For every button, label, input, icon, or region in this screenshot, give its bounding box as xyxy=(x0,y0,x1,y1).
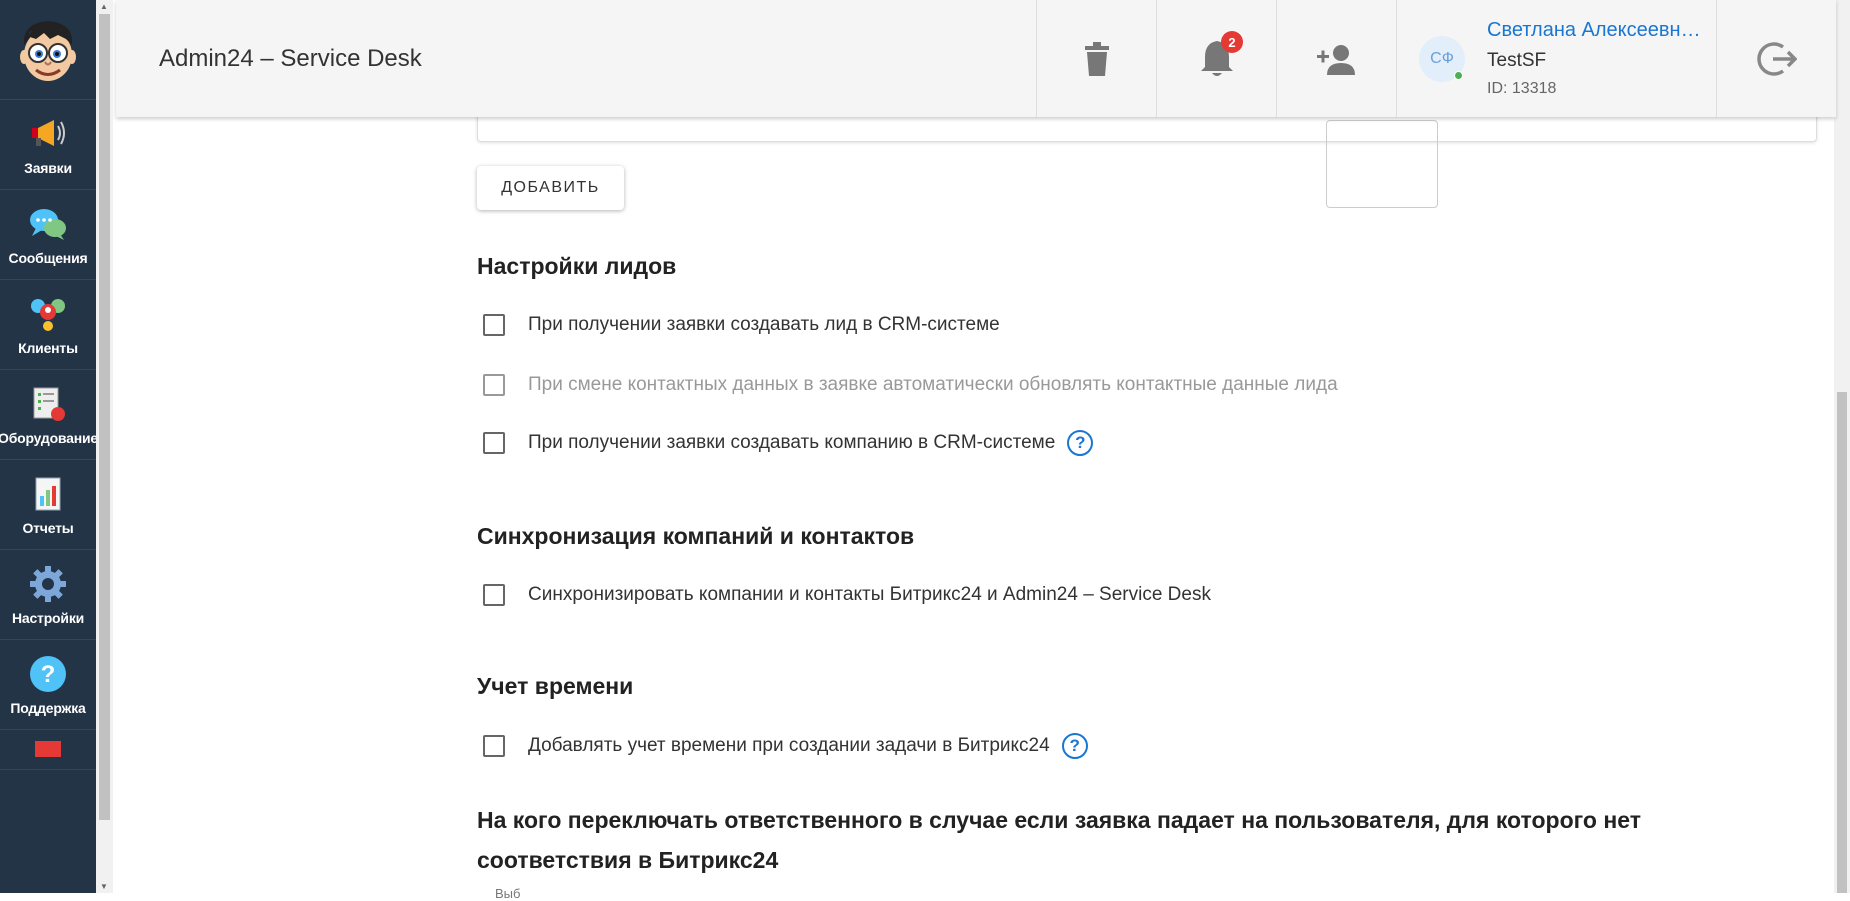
notifications-button[interactable]: 2 xyxy=(1156,0,1276,117)
option-update-lead-contacts: При смене контактных данных в заявке авт… xyxy=(483,374,1338,396)
sidebar: Заявки Сообщения Клиенты Оборудование От… xyxy=(0,0,96,893)
partial-icon xyxy=(28,730,68,763)
option-create-lead[interactable]: При получении заявки создавать лид в CRM… xyxy=(483,314,1000,336)
gear-icon xyxy=(28,564,68,604)
user-info: Светлана Алексеевна Ф TestSF ID: 13318 xyxy=(1487,19,1707,98)
option-label: При получении заявки создавать компанию … xyxy=(528,432,1056,453)
sync-title: Синхронизация компаний и контактов xyxy=(477,523,915,549)
equipment-icon xyxy=(28,384,68,424)
chat-bubbles-icon xyxy=(28,204,68,244)
scroll-up-arrow-icon[interactable]: ▲ xyxy=(100,2,108,11)
avatar[interactable]: СФ xyxy=(1419,35,1465,82)
sidebar-item-requests[interactable]: Заявки xyxy=(0,100,96,190)
sidebar-item-settings[interactable]: Настройки xyxy=(0,550,96,640)
page-title: Admin24 – Service Desk xyxy=(159,44,422,72)
trash-button[interactable] xyxy=(1036,0,1156,117)
leads-settings-title: Настройки лидов xyxy=(477,253,677,279)
previous-card-field[interactable] xyxy=(1326,120,1438,208)
clients-icon xyxy=(28,294,68,334)
help-icon[interactable]: ? xyxy=(1061,733,1088,759)
checkbox[interactable] xyxy=(483,314,505,336)
sidebar-item-label: Заявки xyxy=(24,159,72,176)
svg-text:?: ? xyxy=(41,661,56,688)
scrollbar-thumb[interactable] xyxy=(99,14,110,820)
notification-count-badge: 2 xyxy=(1221,31,1243,53)
sidebar-item-label: Отчеты xyxy=(22,519,74,536)
scroll-down-arrow-icon[interactable]: ▼ xyxy=(100,882,108,891)
sidebar-item-messages[interactable]: Сообщения xyxy=(0,190,96,280)
sidebar-item-support[interactable]: ? Поддержка xyxy=(0,640,96,730)
responsible-title: На кого переключать ответственного в слу… xyxy=(477,807,1641,873)
add-user-icon xyxy=(1316,44,1355,75)
logo[interactable] xyxy=(0,0,96,100)
megaphone-icon xyxy=(28,114,68,154)
checkbox xyxy=(483,374,505,396)
checkbox[interactable] xyxy=(483,584,505,606)
user-id: ID: 13318 xyxy=(1487,80,1557,97)
reports-icon xyxy=(28,474,68,514)
sidebar-item-more[interactable] xyxy=(0,730,96,770)
sidebar-item-label: Поддержка xyxy=(10,699,86,716)
sidebar-scrollbar[interactable]: ▲ ▼ xyxy=(96,0,113,893)
mascot-logo-icon xyxy=(20,20,76,81)
option-time-tracking[interactable]: Добавлять учет времени при создании зада… xyxy=(483,733,1088,759)
option-label: Добавлять учет времени при создании зада… xyxy=(528,735,1050,756)
sidebar-item-label: Оборудование xyxy=(0,429,96,446)
checkbox[interactable] xyxy=(483,432,505,454)
add-user-button[interactable] xyxy=(1276,0,1396,117)
time-tracking-title: Учет времени xyxy=(477,673,634,699)
option-create-company[interactable]: При получении заявки создавать компанию … xyxy=(483,430,1094,456)
help-icon[interactable]: ? xyxy=(1067,430,1094,456)
sidebar-item-label: Клиенты xyxy=(18,339,78,356)
logout-button[interactable] xyxy=(1716,0,1836,117)
user-profile[interactable]: СФ Светлана Алексеевна Ф TestSF ID: 1331… xyxy=(1396,0,1716,117)
sidebar-item-equipment[interactable]: Оборудование xyxy=(0,370,96,460)
responsible-select-label[interactable]: Выб xyxy=(495,886,520,901)
main-content: ДОБАВИТЬ Настройки лидов При получении з… xyxy=(116,0,1836,901)
avatar-initials: СФ xyxy=(1430,49,1454,67)
sidebar-item-clients[interactable]: Клиенты xyxy=(0,280,96,370)
scrollbar-thumb[interactable] xyxy=(1837,392,1847,893)
checkbox[interactable] xyxy=(483,735,505,757)
user-name[interactable]: Светлана Алексеевна Ф xyxy=(1487,19,1707,42)
option-label: При получении заявки создавать лид в CRM… xyxy=(528,314,1000,335)
sidebar-item-reports[interactable]: Отчеты xyxy=(0,460,96,550)
add-button[interactable]: ДОБАВИТЬ xyxy=(477,166,624,210)
online-status-dot xyxy=(1454,70,1463,80)
option-label: При смене контактных данных в заявке авт… xyxy=(528,374,1338,395)
logout-icon xyxy=(1756,41,1797,76)
sidebar-item-label: Сообщения xyxy=(8,249,88,266)
sidebar-item-label: Настройки xyxy=(11,609,85,626)
user-organization: TestSF xyxy=(1487,50,1547,71)
header: Admin24 – Service Desk 2 СФ Светлана Але… xyxy=(116,0,1836,117)
trash-icon xyxy=(1084,41,1109,76)
option-label: Синхронизировать компании и контакты Бит… xyxy=(528,584,1211,605)
option-sync-companies[interactable]: Синхронизировать компании и контакты Бит… xyxy=(483,584,1211,606)
page-scrollbar[interactable] xyxy=(1834,0,1850,893)
help-icon: ? xyxy=(28,654,68,694)
